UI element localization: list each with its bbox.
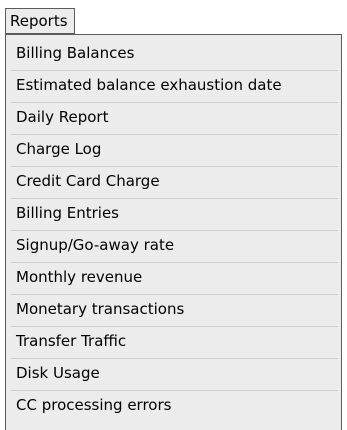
menu-item-disk-usage[interactable]: Disk Usage	[11, 359, 338, 391]
menu-item-billing-entries[interactable]: Billing Entries	[11, 199, 338, 231]
menu-item-credit-card-charge[interactable]: Credit Card Charge	[11, 167, 338, 199]
menu-item-estimated-balance-exhaustion-date[interactable]: Estimated balance exhaustion date	[11, 71, 338, 103]
menu-item-billing-balances[interactable]: Billing Balances	[11, 39, 338, 71]
reports-menu: Reports Billing Balances Estimated balan…	[0, 0, 347, 430]
menu-item-monthly-revenue[interactable]: Monthly revenue	[11, 263, 338, 295]
reports-dropdown: Billing Balances Estimated balance exhau…	[5, 34, 342, 430]
menu-item-charge-log[interactable]: Charge Log	[11, 135, 338, 167]
reports-menu-button[interactable]: Reports	[5, 8, 75, 34]
menu-item-monetary-transactions[interactable]: Monetary transactions	[11, 295, 338, 327]
menu-item-signup-go-away-rate[interactable]: Signup/Go-away rate	[11, 231, 338, 263]
menu-item-transfer-traffic[interactable]: Transfer Traffic	[11, 327, 338, 359]
menu-item-cc-processing-errors[interactable]: CC processing errors	[11, 391, 338, 423]
menu-item-daily-report[interactable]: Daily Report	[11, 103, 338, 135]
reports-menu-list: Billing Balances Estimated balance exhau…	[6, 39, 341, 423]
